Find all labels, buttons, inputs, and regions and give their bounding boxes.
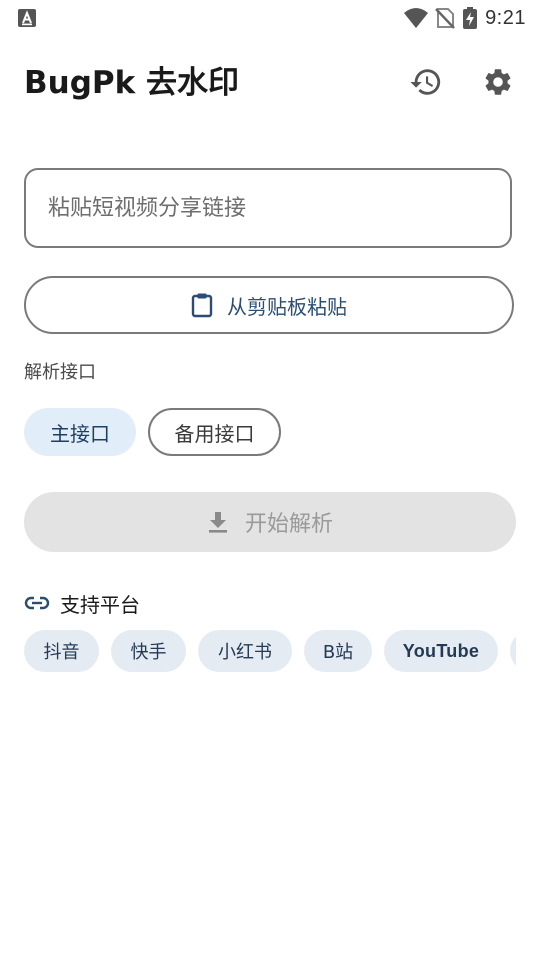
platform-chip-list[interactable]: 抖音 快手 小红书 B站 YouTube	[24, 630, 516, 672]
api-option-label: 备用接口	[174, 421, 255, 446]
platform-chip-xiaohongshu[interactable]: 小红书	[198, 630, 292, 672]
platforms-title: 支持平台	[60, 592, 140, 617]
platform-chip-label: 快手	[130, 642, 167, 663]
platform-chip-more[interactable]	[510, 630, 516, 672]
app-title: BugPk 去水印	[24, 65, 240, 101]
battery-charging-icon	[463, 7, 478, 29]
platform-chip-label: B站	[322, 642, 354, 663]
wifi-icon	[403, 7, 429, 29]
platforms-header: 支持平台	[24, 588, 140, 618]
share-link-input[interactable]	[24, 168, 512, 248]
download-icon	[207, 510, 229, 534]
start-parse-button[interactable]: 开始解析	[24, 492, 516, 552]
platform-chip-label: YouTube	[402, 640, 480, 661]
settings-button[interactable]	[476, 62, 520, 106]
platform-chip-douyin[interactable]: 抖音	[24, 630, 99, 672]
platform-chip-bilibili[interactable]: B站	[304, 630, 372, 672]
platform-chip-kuaishou[interactable]: 快手	[111, 630, 186, 672]
api-option-label: 主接口	[50, 421, 110, 446]
no-sim-icon	[435, 7, 455, 29]
clipboard-icon	[191, 292, 213, 318]
api-option-backup[interactable]: 备用接口	[148, 408, 281, 456]
start-parse-label: 开始解析	[244, 512, 333, 537]
notification-a-icon	[18, 9, 36, 31]
gear-icon	[482, 66, 514, 102]
platform-chip-youtube[interactable]: YouTube	[384, 630, 498, 672]
status-time: 9:21	[485, 6, 526, 29]
link-icon	[24, 595, 50, 611]
paste-from-clipboard-button[interactable]: 从剪贴板粘贴	[24, 276, 514, 334]
platform-chip-label: 小红书	[218, 642, 272, 663]
history-button[interactable]	[404, 62, 448, 106]
history-icon	[409, 65, 443, 103]
status-bar: 9:21	[0, 0, 540, 36]
paste-button-label: 从剪贴板粘贴	[227, 294, 347, 319]
api-option-primary[interactable]: 主接口	[24, 408, 136, 456]
api-section-label: 解析接口	[24, 362, 96, 383]
platform-chip-label: 抖音	[43, 642, 80, 663]
